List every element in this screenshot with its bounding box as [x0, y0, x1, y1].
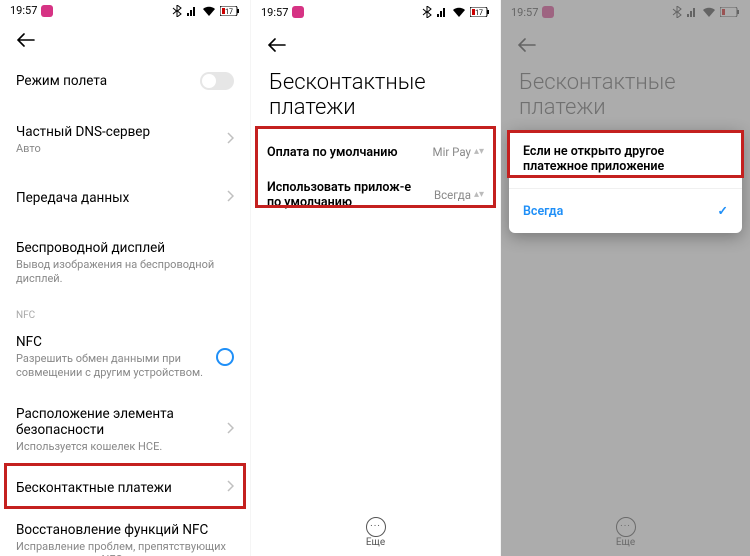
more-button[interactable]: ··· Еще: [366, 517, 386, 548]
chevron-right-icon: [226, 480, 234, 496]
secure-element-label: Расположение элемента безопасности: [16, 406, 218, 438]
bluetooth-icon: [422, 6, 432, 18]
wireless-display-row[interactable]: Беспроводной дисплей Вывод изображения н…: [0, 227, 250, 299]
header-back-row: [0, 22, 250, 60]
status-bar: 19:57 ​ 17: [251, 0, 500, 24]
nfc-group-label: NFC: [0, 306, 250, 321]
use-default-app-label: Использовать прилож-е по умолчанию: [267, 180, 417, 210]
clock-badge-icon: ​: [41, 5, 53, 17]
default-payment-label: Оплата по умолчанию: [267, 145, 398, 160]
private-dns-row[interactable]: Частный DNS-сервер Авто: [0, 111, 250, 169]
updown-icon: ▴▾: [474, 192, 484, 198]
airplane-mode-label: Режим полета: [16, 73, 192, 89]
airplane-mode-toggle[interactable]: [200, 72, 234, 90]
header-back-row: [251, 24, 500, 66]
nfc-row[interactable]: NFC Разрешить обмен данными при совмещен…: [0, 321, 250, 393]
clock-badge-icon: ​: [292, 6, 304, 18]
popup-option-label: Всегда: [523, 204, 563, 219]
modal-backdrop[interactable]: [501, 0, 750, 556]
wireless-display-label: Беспроводной дисплей: [16, 240, 234, 256]
use-default-app-row[interactable]: Использовать прилож-е по умолчанию Всегд…: [251, 170, 500, 220]
status-time: 19:57 ​: [261, 6, 304, 19]
check-icon: ✓: [718, 203, 728, 219]
signal-icon: [436, 7, 448, 17]
battery-icon: 17: [470, 7, 490, 17]
nfc-restore-row[interactable]: Восстановление функций NFC Исправление п…: [0, 509, 250, 556]
svg-text:17: 17: [225, 8, 233, 16]
settings-list: Режим полета Частный DNS-сервер Авто Пер…: [0, 59, 250, 556]
data-transfer-row[interactable]: Передача данных: [0, 177, 250, 219]
wifi-icon: [452, 7, 466, 17]
popup-option-unless-other-open[interactable]: Если не открыто другое платежное приложе…: [509, 130, 742, 188]
bluetooth-icon: [172, 5, 182, 17]
private-dns-label: Частный DNS-сервер: [16, 124, 218, 140]
status-icons: 17: [422, 6, 490, 18]
signal-icon: [186, 6, 198, 16]
wireless-display-sub: Вывод изображения на беспроводной диспле…: [16, 258, 234, 286]
default-payment-row[interactable]: Оплата по умолчанию Mir Pay ▴▾: [251, 135, 500, 170]
default-app-popup: Если не открыто другое платежное приложе…: [509, 130, 742, 233]
status-bar: 19:57 ​ 17: [0, 0, 250, 22]
secure-element-sub: Используется кошелек HCE.: [16, 440, 218, 454]
popup-option-label: Если не открыто другое платежное приложе…: [523, 144, 728, 174]
airplane-mode-row[interactable]: Режим полета: [0, 59, 250, 103]
secure-element-row[interactable]: Расположение элемента безопасности Испол…: [0, 393, 250, 467]
status-time: 19:57 ​: [10, 4, 53, 17]
back-icon[interactable]: [267, 35, 287, 55]
chevron-right-icon: [226, 422, 234, 438]
nfc-restore-label: Восстановление функций NFC: [16, 522, 234, 538]
nfc-label: NFC: [16, 334, 208, 350]
pane-settings: 19:57 ​ 17 Режим полета Частный DNS-серв…: [0, 0, 250, 556]
chevron-right-icon: [226, 132, 234, 148]
use-default-app-value: Всегда: [434, 188, 471, 202]
updown-icon: ▴▾: [474, 149, 484, 155]
pane-contactless: 19:57 ​ 17 Бесконтактные платежи Оплата …: [250, 0, 500, 556]
contactless-payments-row[interactable]: Бесконтактные платежи: [0, 467, 250, 509]
popup-option-always[interactable]: Всегда ✓: [509, 188, 742, 233]
data-transfer-label: Передача данных: [16, 190, 218, 206]
default-payment-value: Mir Pay: [433, 145, 471, 159]
svg-text:17: 17: [475, 9, 483, 17]
chevron-right-icon: [226, 190, 234, 206]
back-icon[interactable]: [16, 30, 36, 50]
nfc-toggle[interactable]: [216, 348, 234, 366]
contactless-payments-label: Бесконтактные платежи: [16, 480, 218, 496]
battery-icon: 17: [220, 6, 240, 16]
page-title: Бесконтактные платежи: [251, 66, 500, 135]
nfc-restore-sub: Исправление проблем, препятствующих испо…: [16, 540, 234, 556]
nfc-sub: Разрешить обмен данными при совмещении с…: [16, 352, 208, 380]
wifi-icon: [202, 6, 216, 16]
pane-contactless-popup: 19:57 ​ Бесконтактные платежи ··· Еще Ес…: [500, 0, 750, 556]
more-label: Еще: [366, 537, 385, 548]
status-icons: 17: [172, 5, 240, 17]
private-dns-sub: Авто: [16, 142, 218, 156]
more-icon: ···: [366, 517, 386, 537]
